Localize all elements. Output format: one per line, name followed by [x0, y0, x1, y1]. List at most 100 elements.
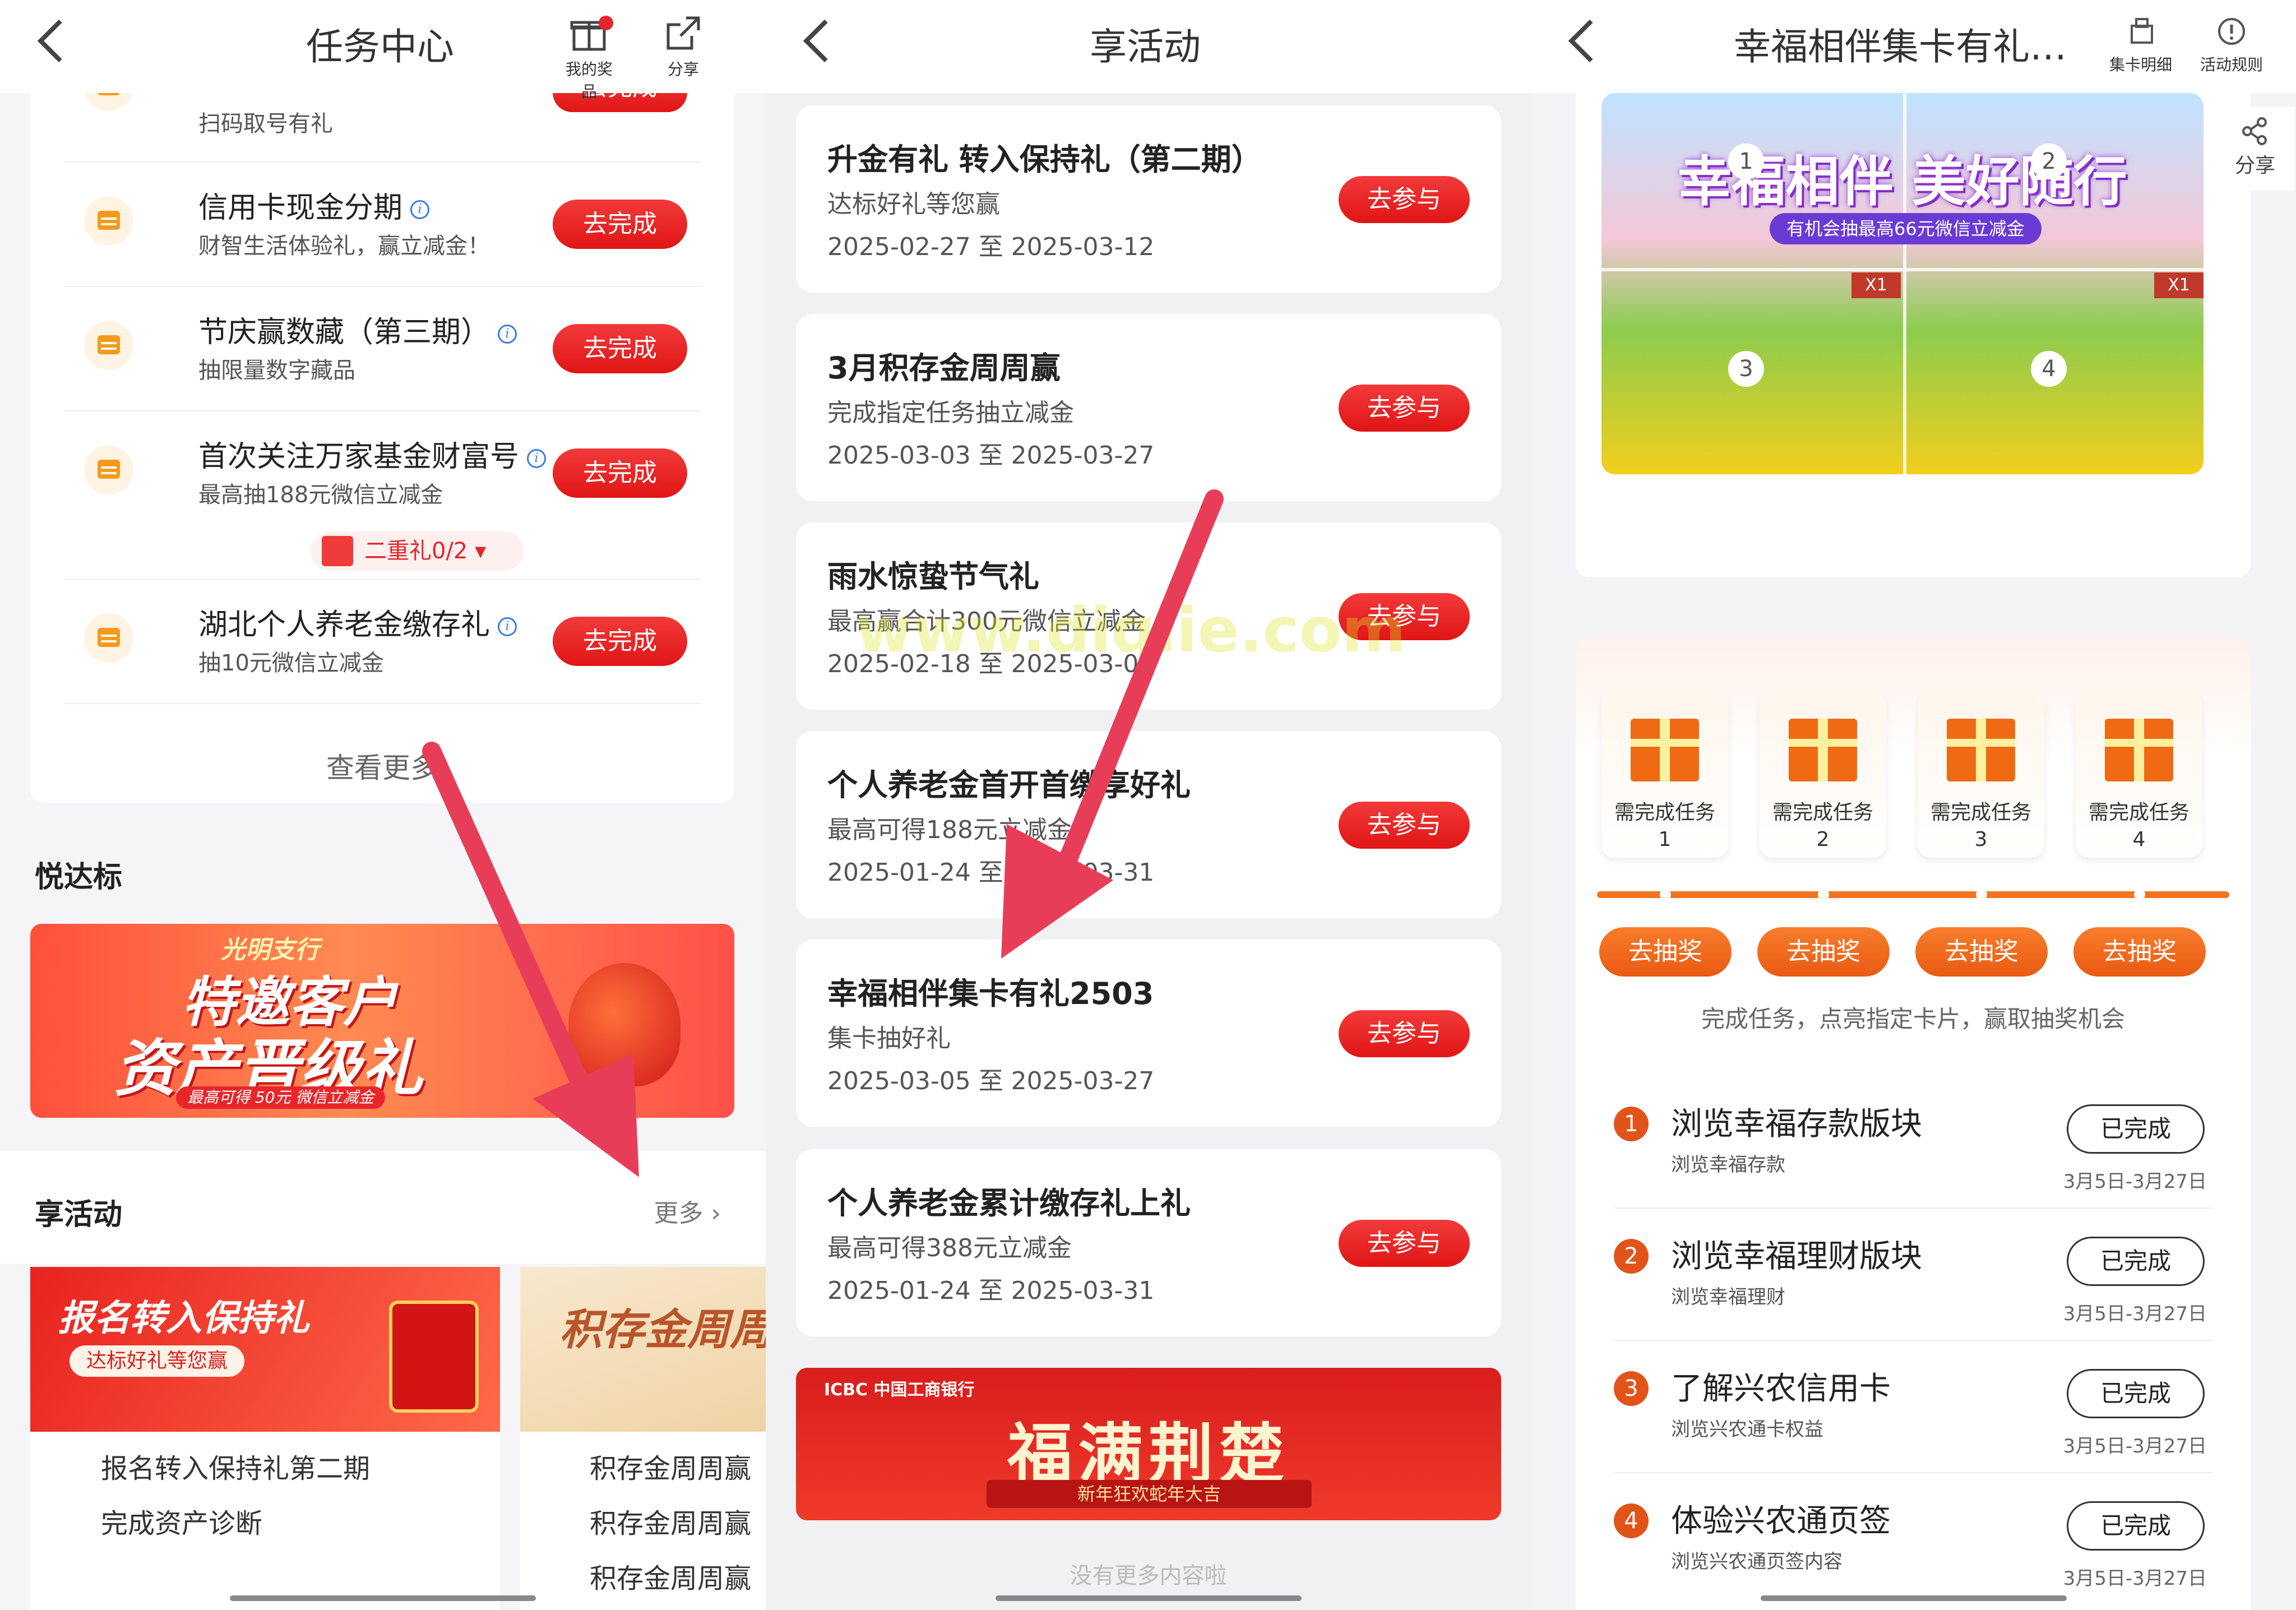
completed-button[interactable]: 已完成: [2067, 1237, 2205, 1286]
double-gift-badge[interactable]: 二重礼0/2 ▾: [311, 531, 524, 571]
promo-banner-asset-upgrade[interactable]: 光明支行 特邀客户 资产晋级礼 最高可得 50元 微信立减金: [30, 924, 734, 1118]
activity-card-image: 积存金周周: [520, 1267, 766, 1432]
header: 任务中心 我的奖品 分享: [0, 0, 766, 101]
complete-button[interactable]: 去完成: [553, 448, 687, 498]
banner-bank: ICBC 中国工商银行: [824, 1380, 975, 1400]
task-name: 信用卡现金分期 i: [198, 184, 430, 226]
gift-box-icon: [1631, 719, 1699, 781]
activity-card[interactable]: 3月积存金周周赢 完成指定任务抽立减金 2025-03-03 至 2025-03…: [796, 314, 1501, 501]
page-title: 任务中心: [306, 25, 454, 68]
progress-dot: [1660, 889, 1671, 900]
activity-item[interactable]: 积存金周周赢: [590, 1556, 751, 1595]
more-link[interactable]: 更多 ›: [654, 1193, 721, 1229]
hero-card: 幸福相伴 美好随行 有机会抽最高66元微信立减金 X1 X1 1 2 3 4: [1576, 67, 2251, 577]
task-name: 节庆赢数藏（第三期） i: [198, 308, 517, 350]
activity-card[interactable]: 幸福相伴集卡有礼2503 集卡抽好礼 2025-03-05 至 2025-03-…: [796, 940, 1501, 1127]
completed-button[interactable]: 已完成: [2067, 1104, 2205, 1154]
promo-banner-fumanjingchu[interactable]: ICBC 中国工商银行 福满荆楚 新年狂欢蛇年大吉: [796, 1368, 1501, 1520]
back-icon[interactable]: [1568, 19, 1612, 63]
banner-sub: 最高可得 50元 微信立减金: [176, 1086, 386, 1109]
gift-label: 需完成任务: [1614, 801, 1715, 824]
activities-section-header: 享活动 更多 ›: [0, 1151, 766, 1264]
card-number: 1: [1728, 144, 1764, 179]
task-name-label: 节庆赢数藏（第三期）: [198, 316, 490, 349]
activity-card-right[interactable]: 积存金周周 积存金周周赢 积存金周周赢 积存金周周赢: [520, 1267, 766, 1610]
watermark: www.diqlie.com: [855, 594, 1406, 666]
card-details-button[interactable]: 集卡明细: [2101, 10, 2180, 75]
share-button[interactable]: 分享: [2216, 107, 2294, 191]
rules-button[interactable]: 活动规则: [2192, 10, 2271, 75]
task-date: 3月5日-3月27日: [2063, 1171, 2207, 1193]
count-badge: X1: [2154, 272, 2204, 298]
activity-card[interactable]: 个人养老金累计缴存礼上礼 最高可得388元立减金 2025-01-24 至 20…: [796, 1149, 1501, 1336]
activity-name: 升金有礼 转入保持礼（第二期）: [827, 142, 1262, 177]
money-bag-icon: [568, 963, 681, 1086]
card-number: 2: [2031, 144, 2067, 179]
task-desc: 浏览兴农通卡权益: [1671, 1418, 1823, 1441]
see-more-link[interactable]: 查看更多: [30, 746, 734, 786]
gift-caption: 需完成任务 2: [1760, 799, 1886, 853]
completed-button[interactable]: 已完成: [2067, 1501, 2205, 1551]
activity-desc: 最高可得188元立减金: [827, 816, 1072, 844]
join-button[interactable]: 去参与: [1339, 1220, 1470, 1267]
join-button[interactable]: 去参与: [1339, 176, 1470, 223]
info-icon[interactable]: i: [498, 325, 517, 344]
activity-card-title: 积存金周周: [559, 1304, 766, 1354]
activity-name: 幸福相伴集卡有礼2503: [827, 976, 1154, 1011]
task-row: 节庆赢数藏（第三期） i 抽限量数字藏品 去完成: [64, 287, 701, 411]
share-button[interactable]: 分享: [652, 10, 714, 80]
my-prizes-button[interactable]: 我的奖品: [558, 10, 620, 102]
activity-item[interactable]: 报名转入保持礼第二期: [101, 1446, 370, 1486]
join-button[interactable]: 去参与: [1339, 385, 1470, 432]
task-row: 1 浏览幸福存款版块 浏览幸福存款 已完成 3月5日-3月27日: [1614, 1076, 2212, 1209]
gift-caption: 需完成任务 1: [1601, 799, 1728, 853]
info-icon[interactable]: i: [527, 449, 547, 468]
share-icon: [666, 16, 700, 50]
activity-name: 个人养老金累计缴存礼上礼: [827, 1186, 1191, 1221]
hint-text: 完成任务，点亮指定卡片，赢取抽奖机会: [1701, 1005, 2125, 1033]
task-name: 湖北个人养老金缴存礼 i: [198, 601, 517, 643]
activity-desc: 达标好礼等您赢: [827, 190, 1000, 219]
activity-item[interactable]: 积存金周周赢: [590, 1501, 751, 1540]
task-row: 湖北个人养老金缴存礼 i 抽10元微信立减金 去完成: [64, 580, 701, 704]
back-icon[interactable]: [803, 19, 846, 63]
my-prizes-label: 我的奖品: [565, 60, 613, 101]
task-desc: 抽10元微信立减金: [198, 650, 384, 676]
complete-button[interactable]: 去完成: [553, 617, 687, 666]
task-date: 3月5日-3月27日: [2063, 1435, 2207, 1458]
activity-card[interactable]: 升金有礼 转入保持礼（第二期） 达标好礼等您赢 2025-02-27 至 202…: [796, 105, 1501, 293]
draw-button[interactable]: 去抽奖: [1915, 927, 2048, 977]
task-date: 3月5日-3月27日: [2063, 1567, 2207, 1590]
section-title-xiang: 享活动: [35, 1198, 123, 1232]
task-row: 信用卡现金分期 i 财智生活体验礼，赢立减金！ 去完成: [64, 163, 701, 287]
task-row: 2 浏览幸福理财版块 浏览幸福理财 已完成 3月5日-3月27日: [1614, 1209, 2212, 1341]
completed-button[interactable]: 已完成: [2067, 1369, 2205, 1418]
complete-button[interactable]: 去完成: [553, 324, 687, 373]
task-desc: 浏览幸福理财: [1671, 1286, 1785, 1308]
home-indicator: [1761, 1595, 2067, 1601]
task-desc: 扫码取号有礼: [198, 111, 333, 137]
task-panel: 需完成任务 1 需完成任务 2 需完成任务 3 需完成任务 4 去抽奖 去抽奖 去抽奖 …: [1576, 638, 2251, 1610]
info-icon[interactable]: i: [410, 200, 430, 219]
gift-number: 2: [1816, 828, 1830, 851]
draw-button[interactable]: 去抽奖: [1599, 927, 1732, 977]
card-collect-screen: 幸福相伴集卡有礼… 集卡明细 活动规则 幸福相伴 美好随行 有机会抽最高66元微…: [1531, 0, 2296, 1610]
join-button[interactable]: 去参与: [1339, 802, 1470, 849]
join-button[interactable]: 去参与: [1339, 1010, 1470, 1057]
count-badge: X1: [1851, 272, 1901, 298]
complete-button[interactable]: 去完成: [553, 200, 687, 249]
activity-item[interactable]: 完成资产诊断: [101, 1501, 262, 1540]
card-number: 3: [1728, 351, 1764, 387]
task-desc: 财智生活体验礼，赢立减金！: [198, 233, 490, 259]
task-date: 3月5日-3月27日: [2063, 1303, 2207, 1325]
activity-date: 2025-01-24 至 2025-03-31: [827, 858, 1155, 887]
draw-button[interactable]: 去抽奖: [1757, 927, 1890, 977]
activities-screen: 享活动 升金有礼 转入保持礼（第二期） 达标好礼等您赢 2025-02-27 至…: [766, 0, 1531, 1610]
back-icon[interactable]: [37, 19, 81, 63]
activity-item[interactable]: 积存金周周赢: [590, 1446, 751, 1486]
notification-dot: [599, 16, 613, 30]
info-icon[interactable]: i: [498, 617, 517, 636]
activity-card-left[interactable]: 报名转入保持礼 达标好礼等您赢 报名转入保持礼第二期 完成资产诊断: [30, 1267, 500, 1610]
draw-button[interactable]: 去抽奖: [2073, 927, 2206, 977]
activity-card[interactable]: 个人养老金首开首缴享好礼 最高可得188元立减金 2025-01-24 至 20…: [796, 731, 1501, 918]
